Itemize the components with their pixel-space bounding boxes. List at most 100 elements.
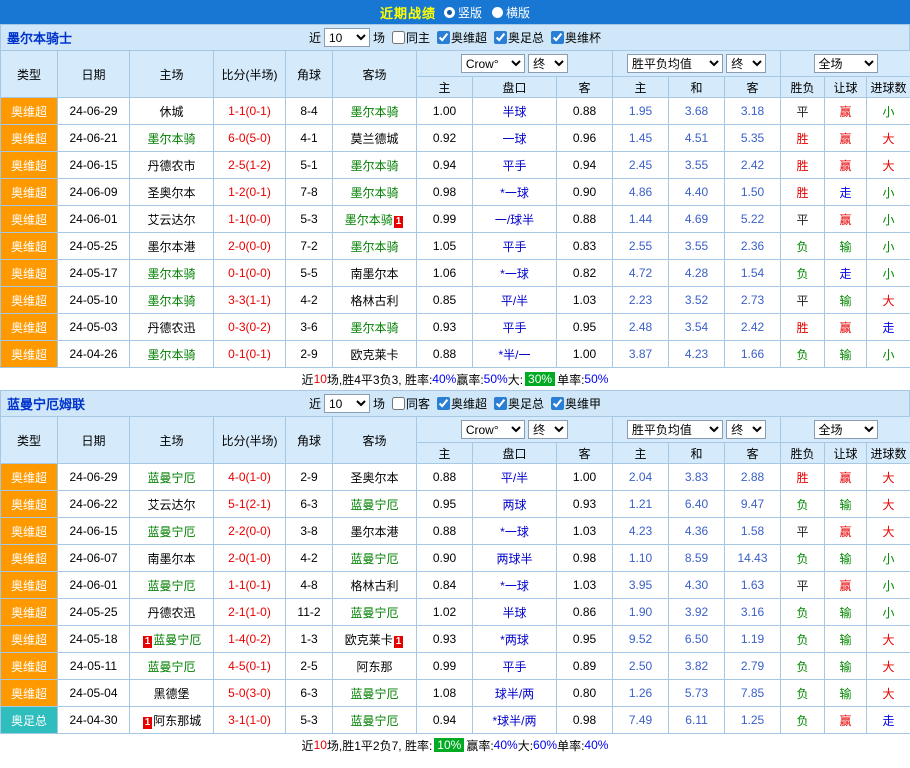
vertical-layout-label[interactable]: 竖版 (458, 4, 482, 21)
home-team-link[interactable]: 墨尔本骑 (147, 132, 195, 146)
away-team-link[interactable]: 蓝曼宁厄 (350, 687, 398, 701)
score-cell[interactable]: 4-5(0-1) (214, 653, 286, 680)
avg-home-cell: 4.72 (613, 260, 669, 287)
away-team-link[interactable]: 墨尔本骑 (350, 186, 398, 200)
filter-checkbox[interactable] (437, 31, 450, 44)
home-team-link[interactable]: 艾云达尔 (147, 498, 195, 512)
score-cell[interactable]: 2-0(0-0) (214, 233, 286, 260)
home-team-link[interactable]: 阿东那城 (153, 714, 201, 728)
final-odds-select[interactable]: 终 (726, 54, 766, 73)
col-header-handicap: 盘口 (473, 443, 557, 464)
away-team-link[interactable]: 格林古利 (350, 579, 398, 593)
bookmaker-header-cell: Crow° 终 (417, 417, 613, 443)
away-team-link[interactable]: 墨尔本骑 (350, 105, 398, 119)
home-team-link[interactable]: 蓝曼宁厄 (147, 525, 195, 539)
filter-checkbox[interactable] (392, 31, 405, 44)
score-cell[interactable]: 0-1(0-0) (214, 260, 286, 287)
final-odds-select[interactable]: 终 (528, 54, 568, 73)
home-team-link[interactable]: 墨尔本骑 (147, 294, 195, 308)
horizontal-layout-radio[interactable]: 横版 (492, 4, 530, 21)
home-team-link[interactable]: 蓝曼宁厄 (153, 633, 201, 647)
score-cell[interactable]: 5-0(3-0) (214, 680, 286, 707)
team-name-link[interactable]: 蓝曼宁厄姆联 (7, 394, 85, 413)
score-cell[interactable]: 0-1(0-1) (214, 341, 286, 368)
filter-option-same-away[interactable]: 同客 (392, 395, 430, 412)
filter-option-league-2[interactable]: 奥足总 (494, 29, 544, 46)
score-cell[interactable]: 0-3(0-2) (214, 314, 286, 341)
filter-checkbox[interactable] (551, 31, 564, 44)
away-team-link[interactable]: 南墨尔本 (350, 267, 398, 281)
away-team-link[interactable]: 欧克莱卡 (350, 348, 398, 362)
away-team-link[interactable]: 格林古利 (350, 294, 398, 308)
score-cell[interactable]: 2-5(1-2) (214, 152, 286, 179)
score-cell[interactable]: 3-3(1-1) (214, 287, 286, 314)
home-team-link[interactable]: 南墨尔本 (147, 552, 195, 566)
score-cell[interactable]: 1-1(0-1) (214, 98, 286, 125)
bookmaker-select[interactable]: Crow° (461, 54, 525, 73)
away-team-link[interactable]: 莫兰德城 (350, 132, 398, 146)
home-team-link[interactable]: 蓝曼宁厄 (147, 471, 195, 485)
score-cell[interactable]: 1-1(0-0) (214, 206, 286, 233)
team-name-link[interactable]: 墨尔本骑士 (7, 28, 72, 47)
avg-odds-select[interactable]: 胜平负均值 (627, 420, 723, 439)
home-team-link[interactable]: 丹德农市 (147, 159, 195, 173)
home-team-link[interactable]: 墨尔本骑 (147, 267, 195, 281)
score-cell[interactable]: 5-1(2-1) (214, 491, 286, 518)
final-odds-select[interactable]: 终 (528, 420, 568, 439)
away-team-link[interactable]: 墨尔本港 (350, 525, 398, 539)
home-team-link[interactable]: 蓝曼宁厄 (147, 579, 195, 593)
score-cell[interactable]: 1-1(0-1) (214, 572, 286, 599)
home-team-link[interactable]: 圣奥尔本 (147, 186, 195, 200)
score-cell[interactable]: 4-0(1-0) (214, 464, 286, 491)
home-team-link[interactable]: 艾云达尔 (147, 213, 195, 227)
away-team-link[interactable]: 墨尔本骑 (350, 321, 398, 335)
away-team-link[interactable]: 圣奥尔本 (350, 471, 398, 485)
away-team-link[interactable]: 蓝曼宁厄 (350, 714, 398, 728)
filter-option-league-3[interactable]: 奥维杯 (551, 29, 601, 46)
away-team-link[interactable]: 墨尔本骑 (350, 240, 398, 254)
score-cell[interactable]: 2-1(1-0) (214, 599, 286, 626)
final-odds-select[interactable]: 终 (726, 420, 766, 439)
filter-option-league-1[interactable]: 奥维超 (437, 395, 487, 412)
home-team-link[interactable]: 蓝曼宁厄 (147, 660, 195, 674)
score-cell[interactable]: 3-1(1-0) (214, 707, 286, 734)
games-count-select[interactable]: 10 (324, 394, 370, 413)
score-cell[interactable]: 2-2(0-0) (214, 518, 286, 545)
filter-option-league-2[interactable]: 奥足总 (494, 395, 544, 412)
away-team-link[interactable]: 蓝曼宁厄 (350, 606, 398, 620)
scope-select[interactable]: 全场 (814, 54, 878, 73)
filter-option-league-1[interactable]: 奥维超 (437, 29, 487, 46)
home-team-link[interactable]: 休城 (159, 105, 183, 119)
horizontal-layout-label[interactable]: 横版 (506, 4, 530, 21)
match-date-cell: 24-06-21 (58, 125, 130, 152)
filter-checkbox[interactable] (392, 397, 405, 410)
filter-checkbox[interactable] (551, 397, 564, 410)
home-team-link[interactable]: 丹德农迅 (147, 321, 195, 335)
home-team-link[interactable]: 黑德堡 (153, 687, 189, 701)
away-team-link[interactable]: 墨尔本骑 (350, 159, 398, 173)
score-cell[interactable]: 1-2(0-1) (214, 179, 286, 206)
filter-checkbox[interactable] (494, 397, 507, 410)
away-team-link[interactable]: 墨尔本骑 (345, 213, 393, 227)
filter-checkbox[interactable] (437, 397, 450, 410)
scope-select[interactable]: 全场 (814, 420, 878, 439)
score-cell[interactable]: 6-0(5-0) (214, 125, 286, 152)
bookmaker-select[interactable]: Crow° (461, 420, 525, 439)
vertical-layout-radio[interactable]: 竖版 (444, 4, 482, 21)
avg-odds-select[interactable]: 胜平负均值 (627, 54, 723, 73)
radio-unselected-icon[interactable] (492, 7, 503, 18)
filter-option-same-home[interactable]: 同主 (392, 29, 430, 46)
home-team-link[interactable]: 丹德农迅 (147, 606, 195, 620)
games-count-select[interactable]: 10 (324, 28, 370, 47)
radio-selected-icon[interactable] (444, 7, 455, 18)
score-cell[interactable]: 1-4(0-2) (214, 626, 286, 653)
score-cell[interactable]: 2-0(1-0) (214, 545, 286, 572)
filter-checkbox[interactable] (494, 31, 507, 44)
home-team-link[interactable]: 墨尔本骑 (147, 348, 195, 362)
away-team-link[interactable]: 阿东那 (356, 660, 392, 674)
home-team-link[interactable]: 墨尔本港 (147, 240, 195, 254)
away-team-link[interactable]: 蓝曼宁厄 (350, 498, 398, 512)
away-team-link[interactable]: 蓝曼宁厄 (350, 552, 398, 566)
filter-option-league-3[interactable]: 奥维甲 (551, 395, 601, 412)
away-team-link[interactable]: 欧克莱卡 (345, 633, 393, 647)
